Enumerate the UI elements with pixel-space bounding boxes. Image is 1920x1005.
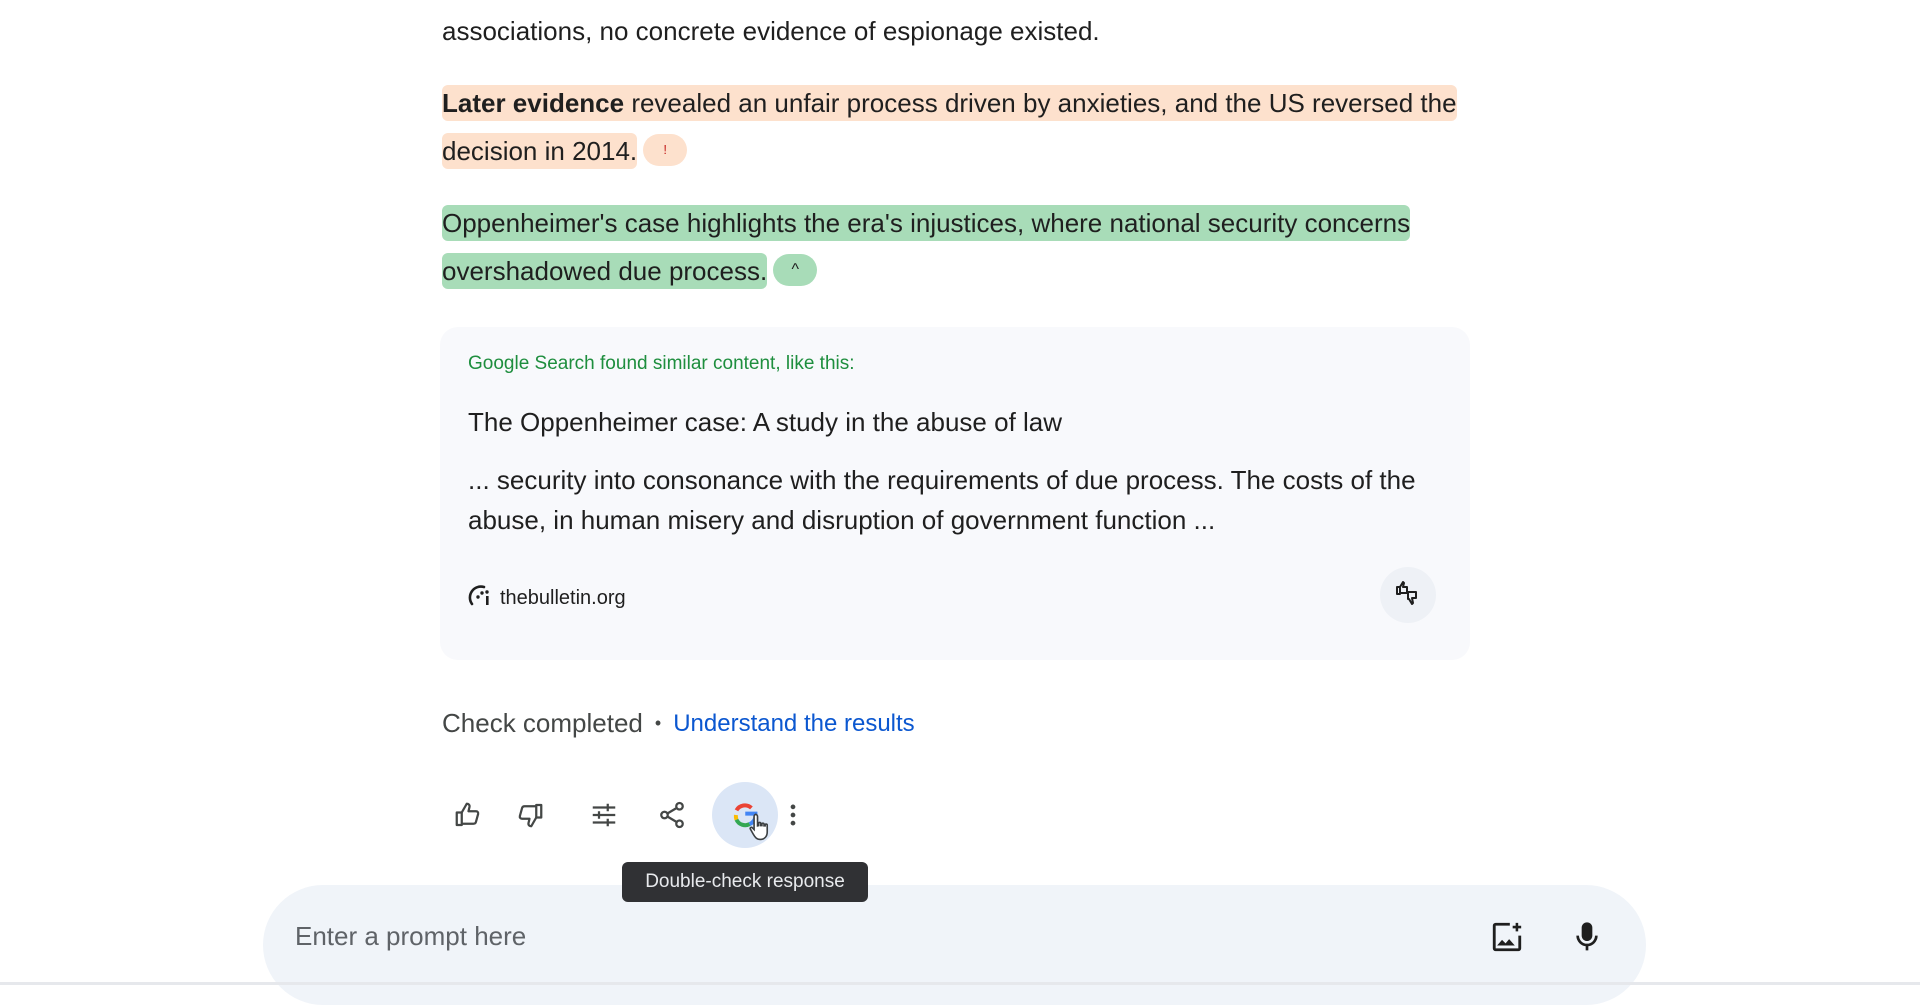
add-image-button[interactable] xyxy=(1483,913,1531,961)
good-response-button[interactable] xyxy=(438,785,498,845)
check-status: Check completed • Understand the results xyxy=(442,708,915,739)
source-card-heading: Google Search found similar content, lik… xyxy=(468,353,855,374)
site-logo-icon xyxy=(468,582,494,614)
more-vert-icon xyxy=(790,804,796,826)
prompt-bar xyxy=(263,885,1646,1005)
citation-chip-green-expand[interactable]: ^ xyxy=(773,254,818,287)
previous-paragraph-tail: associations, no concrete evidence of es… xyxy=(442,7,1482,55)
paragraph-orange: Later evidence revealed an unfair proces… xyxy=(442,79,1482,175)
bad-response-button[interactable] xyxy=(500,785,560,845)
status-text: Check completed xyxy=(442,708,643,738)
share-icon xyxy=(660,801,684,829)
source-card: Google Search found similar content, lik… xyxy=(440,327,1470,660)
source-card-snippet: ... security into consonance with the re… xyxy=(468,465,1416,535)
paragraph-green: Oppenheimer's case highlights the era's … xyxy=(442,199,1482,295)
source-domain: thebulletin.org xyxy=(500,586,626,609)
rate-source-button[interactable] xyxy=(1380,567,1436,623)
response-actions xyxy=(438,782,838,848)
modify-response-button[interactable] xyxy=(574,785,634,845)
microphone-icon xyxy=(1576,922,1598,951)
more-options-button[interactable] xyxy=(763,785,823,845)
paragraph-text: associations, no concrete evidence of es… xyxy=(442,16,1100,46)
add-image-icon xyxy=(1492,922,1522,952)
microphone-button[interactable] xyxy=(1563,913,1611,961)
separator: • xyxy=(654,713,662,733)
understand-results-link[interactable]: Understand the results xyxy=(673,710,914,738)
citation-chip-orange[interactable]: ! xyxy=(643,134,688,167)
prompt-input[interactable] xyxy=(293,915,1447,957)
highlight-green[interactable]: Oppenheimer's case highlights the era's … xyxy=(442,205,1411,289)
share-button[interactable] xyxy=(642,785,702,845)
rate-source-icon xyxy=(1393,578,1423,613)
thumbs-down-icon xyxy=(518,803,543,828)
bold-lead: Later evidence xyxy=(442,88,625,118)
highlight-orange[interactable]: Later evidence revealed an unfair proces… xyxy=(442,85,1457,169)
source-link[interactable]: thebulletin.org xyxy=(468,582,626,614)
thumbs-up-icon xyxy=(455,802,480,827)
tune-icon xyxy=(592,803,616,827)
double-check-tooltip: Double-check response xyxy=(622,862,868,902)
source-card-title[interactable]: The Oppenheimer case: A study in the abu… xyxy=(468,407,1062,438)
